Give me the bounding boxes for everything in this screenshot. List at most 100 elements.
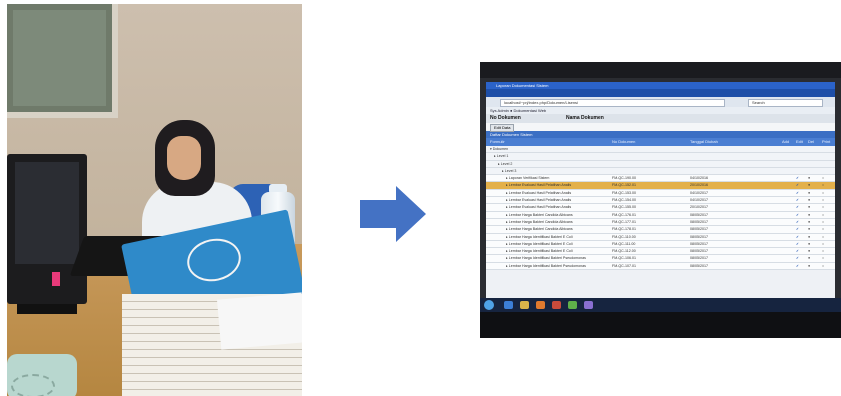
cell-del[interactable]: ● <box>808 248 810 254</box>
taskbar-media-icon[interactable] <box>536 301 545 309</box>
cell-print[interactable]: ○ <box>822 263 824 269</box>
cell-del[interactable]: ● <box>808 241 810 247</box>
cell-no-dokumen: FM-QC-190.00 <box>612 176 636 181</box>
cell-del[interactable]: ● <box>808 182 810 188</box>
taskbar-folder-icon[interactable] <box>520 301 529 309</box>
cell-print[interactable]: ○ <box>822 226 824 232</box>
tree-label: ▾ Dokumen <box>490 147 509 151</box>
cell-edit[interactable]: ✓ <box>796 226 799 232</box>
cell-del[interactable]: ● <box>808 219 810 225</box>
cell-edit[interactable]: ✓ <box>796 234 799 240</box>
cell-print[interactable]: ○ <box>822 219 824 225</box>
cell-edit[interactable]: ✓ <box>796 263 799 269</box>
cell-del[interactable]: ● <box>808 175 810 181</box>
taskbar-ie-icon[interactable] <box>504 301 513 309</box>
search-input[interactable]: Search <box>748 99 823 107</box>
table-row[interactable]: ▸ Lembar Harga Identifikasi Bakteri Pseu… <box>486 255 835 263</box>
monitor-stand <box>17 304 77 314</box>
col-print[interactable]: Print <box>822 138 830 146</box>
cell-no-dokumen: FM-QC-110.00 <box>612 234 636 239</box>
cell-formulir: ▸ Lembar Harga Identifikasi Bakteri E Co… <box>506 234 573 239</box>
cell-tanggal: 20/10/2017 <box>690 205 708 210</box>
cell-edit[interactable]: ✓ <box>796 255 799 261</box>
edit-data-button[interactable]: Edit Data <box>490 124 515 132</box>
cell-tanggal: 08/05/2017 <box>690 256 708 261</box>
table-row[interactable]: ▸ Lembar Evaluasi Hasil Pelatihan Analis… <box>486 204 835 212</box>
cell-del[interactable]: ● <box>808 212 810 218</box>
section-title: Daftar Dokumen Sistem <box>486 131 835 138</box>
cell-edit[interactable]: ✓ <box>796 212 799 218</box>
cell-del[interactable]: ● <box>808 226 810 232</box>
url-input[interactable]: localhost/~prj/index.php/Dokumen/Lisensi <box>500 99 725 107</box>
col-tanggal[interactable]: Tanggal Diubah <box>690 138 718 146</box>
cell-del[interactable]: ● <box>808 255 810 261</box>
cell-edit[interactable]: ✓ <box>796 182 799 188</box>
table-row[interactable]: ▸ Lembar Harga Identifikasi Bakteri E Co… <box>486 233 835 241</box>
cell-edit[interactable]: ✓ <box>796 248 799 254</box>
cell-print[interactable]: ○ <box>822 255 824 261</box>
col-no-dokumen[interactable]: No Dokumen <box>612 138 635 146</box>
tree-row[interactable]: ▸ Level 2 <box>486 160 835 168</box>
cell-print[interactable]: ○ <box>822 190 824 196</box>
col-del[interactable]: Del <box>808 138 814 146</box>
cell-print[interactable]: ○ <box>822 248 824 254</box>
cell-tanggal: 04/10/2017 <box>690 198 708 203</box>
cell-print[interactable]: ○ <box>822 212 824 218</box>
tree-label: ▸ Level 2 <box>498 161 513 166</box>
taskbar-app2-icon[interactable] <box>584 301 593 309</box>
taskbar-chrome-icon[interactable] <box>552 301 561 309</box>
cell-print[interactable]: ○ <box>822 234 824 240</box>
cell-print[interactable]: ○ <box>822 197 824 203</box>
cell-edit[interactable]: ✓ <box>796 204 799 210</box>
cell-edit[interactable]: ✓ <box>796 197 799 203</box>
cell-del[interactable]: ● <box>808 234 810 240</box>
table-row[interactable]: ▸ Lembar Harga Bakteri Candida Albicans F… <box>486 226 835 234</box>
monitor-screen <box>15 162 79 264</box>
table-row[interactable]: ▸ Lembar Harga Bakteri Candida Albicans F… <box>486 218 835 227</box>
taskbar-app-icon[interactable] <box>568 301 577 309</box>
cell-del[interactable]: ● <box>808 204 810 210</box>
cell-print[interactable]: ○ <box>822 182 824 188</box>
start-button[interactable] <box>484 300 494 310</box>
table-row[interactable]: ▸ Lembar Evaluasi Hasil Pelatihan Analis… <box>486 182 835 190</box>
cell-print[interactable]: ○ <box>822 204 824 210</box>
cell-print[interactable]: ○ <box>822 241 824 247</box>
cell-formulir: ▸ Lembar Harga Identifikasi Bakteri Pseu… <box>506 263 586 268</box>
col-add[interactable]: Add <box>782 138 789 146</box>
tree-row[interactable]: ▸ Level 1 <box>486 153 835 161</box>
cell-edit[interactable]: ✓ <box>796 175 799 181</box>
cell-edit[interactable]: ✓ <box>796 241 799 247</box>
cell-edit[interactable]: ✓ <box>796 219 799 225</box>
action-row: Edit Data <box>486 123 835 132</box>
cell-formulir: ▸ Lembar Harga Identifikasi Bakteri E Co… <box>506 249 573 254</box>
cell-print[interactable]: ○ <box>822 175 824 181</box>
cell-edit[interactable]: ✓ <box>796 190 799 196</box>
table-row[interactable]: ▸ Lembar Harga Identifikasi Bakteri E Co… <box>486 248 835 256</box>
nama-dokumen-label: Nama Dokumen <box>566 115 604 121</box>
office-photo <box>7 4 302 396</box>
cell-tanggal: 08/05/2017 <box>690 241 708 246</box>
cell-del[interactable]: ● <box>808 263 810 269</box>
cell-del[interactable]: ● <box>808 197 810 203</box>
col-formulir[interactable]: Formulir <box>490 138 505 146</box>
table-row[interactable]: ▸ Lembar Harga Identifikasi Bakteri E Co… <box>486 240 835 249</box>
tree-row[interactable]: ▸ Level 3 <box>486 167 835 176</box>
table-row[interactable]: ▸ Lembar Evaluasi Hasil Pelatihan Analis… <box>486 197 835 205</box>
cell-del[interactable]: ● <box>808 190 810 196</box>
arrow-right-icon <box>360 186 426 242</box>
window-glass <box>13 10 106 106</box>
cell-no-dokumen: FM-QC-178.01 <box>612 227 636 232</box>
bookmarks-bar[interactable]: Sys Admin ● Dokumentasi Web <box>486 107 835 114</box>
cell-no-dokumen: FM-QC-153.00 <box>612 190 636 195</box>
tab-bar: Laporan Dokumentasi Sistem <box>486 89 835 104</box>
table-row[interactable]: ▸ Lembar Evaluasi Hasil Pelatihan Analis… <box>486 189 835 198</box>
no-dokumen-label: No Dokumen <box>490 115 521 121</box>
table-row[interactable]: ▸ Lembar Harga Identifikasi Bakteri Pseu… <box>486 262 835 271</box>
tree-row[interactable]: ▾ Dokumen <box>486 146 835 154</box>
table-row[interactable]: ▸ Laporan Verifikasi Sistem FM-QC-190.00 0… <box>486 175 835 183</box>
document-header: No Dokumen Nama Dokumen <box>486 114 835 123</box>
col-edit[interactable]: Edit <box>796 138 803 146</box>
table-row[interactable]: ▸ Lembar Harga Bakteri Candida Albicans F… <box>486 211 835 219</box>
cell-tanggal: 04/10/2017 <box>690 190 708 195</box>
cell-formulir: ▸ Lembar Evaluasi Hasil Pelatihan Analis <box>506 205 572 210</box>
